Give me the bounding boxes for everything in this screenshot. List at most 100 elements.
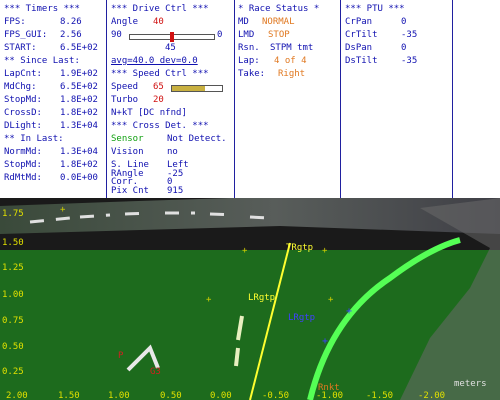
x-tick-label: -1.50 bbox=[366, 391, 393, 400]
in-last-label: StopMd: bbox=[4, 160, 42, 170]
angle-slider[interactable] bbox=[129, 32, 215, 42]
fps-row: FPS: 8.26 bbox=[4, 17, 105, 28]
in-last-header: ** In Last: bbox=[4, 134, 64, 144]
race-status-header: * Race Status * bbox=[238, 4, 320, 14]
y-tick-label: 0.25 bbox=[2, 367, 24, 377]
since-last-header: ** Since Last: bbox=[4, 56, 80, 66]
tick-mark: + bbox=[328, 295, 334, 305]
since-row: LapCnt: 1.9E+02 bbox=[4, 69, 105, 80]
x-tick-label: -1.00 bbox=[316, 391, 343, 400]
ptu-label: DsPan bbox=[345, 43, 373, 53]
vision-label: Vision bbox=[111, 147, 144, 157]
start-row: START: 6.5E+02 bbox=[4, 43, 105, 54]
angle-label: Angle bbox=[111, 17, 139, 27]
y-tick-label: 1.00 bbox=[2, 290, 24, 300]
since-row: StopMd: 1.8E+02 bbox=[4, 95, 105, 106]
angle-slider-row: 90 0 bbox=[111, 30, 233, 42]
marker-cross: + bbox=[346, 306, 352, 317]
ptu-label: DsTilt bbox=[345, 56, 378, 66]
ptu-value: 0 bbox=[401, 43, 407, 53]
pix-count-row: Pix Cnt 915 bbox=[111, 186, 233, 197]
fps-gui-value: 2.56 bbox=[60, 30, 82, 40]
since-label: DLight: bbox=[4, 121, 42, 131]
in-last-label: RdMtMd: bbox=[4, 173, 42, 183]
fps-gui-label: FPS_GUI: bbox=[4, 30, 48, 40]
take-label: Take: bbox=[238, 69, 266, 79]
cross-det-header: *** Cross Det. *** bbox=[111, 121, 209, 131]
in-last-row: StopMd: 1.8E+02 bbox=[4, 160, 105, 171]
l-rgtp-label: LRgtp bbox=[248, 293, 275, 303]
since-value: 1.8E+02 bbox=[60, 95, 98, 105]
ptu-header: *** PTU *** bbox=[345, 4, 405, 14]
ptu-row: CrTilt -35 bbox=[345, 30, 453, 41]
in-last-value: 0.0E+00 bbox=[60, 173, 98, 183]
angle-slider-thumb[interactable] bbox=[170, 32, 174, 42]
sensor-row: Sensor Not Detect. bbox=[111, 134, 233, 145]
sensor-value: Not Detect. bbox=[167, 134, 227, 144]
vision-row: Vision no bbox=[111, 147, 233, 158]
y-tick-label: 0.50 bbox=[2, 342, 24, 352]
x-tick-label: 1.00 bbox=[108, 391, 130, 400]
tr-gtp-label: TRgtp bbox=[286, 243, 313, 253]
lap-row: Lap: 4 of 4 bbox=[238, 56, 340, 67]
ptu-value: -35 bbox=[401, 30, 418, 40]
column-divider bbox=[340, 0, 341, 198]
rsn-label: Rsn. bbox=[238, 43, 260, 53]
since-value: 1.3E+04 bbox=[60, 121, 98, 131]
since-row: CrossD: 1.8E+02 bbox=[4, 108, 105, 119]
since-label: MdChg: bbox=[4, 82, 37, 92]
turbo-label: Turbo bbox=[111, 95, 139, 105]
angle-row: Angle 40 bbox=[111, 17, 233, 28]
lmd-value: STOP bbox=[268, 30, 290, 40]
in-last-label: NormMd: bbox=[4, 147, 42, 157]
turbo-row: Turbo 20 bbox=[111, 95, 233, 106]
speed-row: Speed 65 bbox=[111, 82, 233, 93]
ptu-panel: *** PTU *** CrPan 0 CrTilt -35 DsPan 0 D… bbox=[343, 0, 453, 198]
lap-label: Lap: bbox=[238, 56, 260, 66]
start-value: 6.5E+02 bbox=[60, 43, 98, 53]
y-tick-label: 1.25 bbox=[2, 263, 24, 273]
ptu-row: DsPan 0 bbox=[345, 43, 453, 54]
fps-gui-row: FPS_GUI: 2.56 bbox=[4, 30, 105, 41]
md-row: MD NORMAL bbox=[238, 17, 340, 28]
in-last-value: 1.8E+02 bbox=[60, 160, 98, 170]
timers-header: *** Timers *** bbox=[4, 4, 80, 14]
pix-count-label: Pix Cnt bbox=[111, 186, 149, 196]
ptu-value: -35 bbox=[401, 56, 418, 66]
tick-mark: + bbox=[322, 246, 328, 256]
ptu-row: DsTilt -35 bbox=[345, 56, 453, 67]
column-divider bbox=[234, 0, 235, 198]
rsn-value: STPM tmt bbox=[270, 43, 314, 53]
p-marker-label: P bbox=[118, 351, 124, 361]
md-value: NORMAL bbox=[262, 17, 295, 27]
x-tick-label: -0.50 bbox=[262, 391, 289, 400]
ptu-value: 0 bbox=[401, 17, 407, 27]
x-tick-label: 0.00 bbox=[210, 391, 232, 400]
since-value: 1.8E+02 bbox=[60, 108, 98, 118]
speed-ctrl-header: *** Speed Ctrl *** bbox=[111, 69, 209, 79]
md-label: MD bbox=[238, 17, 249, 27]
in-last-value: 1.3E+04 bbox=[60, 147, 98, 157]
avg-dev-readout: avg=40.0 dev=0.0 bbox=[111, 56, 198, 66]
since-value: 1.9E+02 bbox=[60, 69, 98, 79]
lap-value: 4 of 4 bbox=[274, 56, 307, 66]
take-value: Right bbox=[278, 69, 306, 79]
since-label: StopMd: bbox=[4, 95, 42, 105]
nkt-label: N+kT [DC nfnd] bbox=[111, 108, 187, 118]
turbo-value: 20 bbox=[153, 95, 164, 105]
in-last-row: NormMd: 1.3E+04 bbox=[4, 147, 105, 158]
since-row: MdChg: 6.5E+02 bbox=[4, 82, 105, 93]
ptu-label: CrTilt bbox=[345, 30, 378, 40]
x-tick-label: 0.50 bbox=[160, 391, 182, 400]
control-panel: *** Drive Ctrl *** Angle 40 90 0 45 avg=… bbox=[109, 0, 233, 198]
x-tick-label: -2.00 bbox=[418, 391, 445, 400]
tick-mark: + bbox=[60, 205, 66, 215]
ptu-label: CrPan bbox=[345, 17, 373, 27]
lmd-label: LMD bbox=[238, 30, 255, 40]
camera-overlay: + + + + + TRgtp LRgtp LRgtp + + Rnkt P G… bbox=[0, 198, 500, 400]
pix-count-value: 915 bbox=[167, 186, 184, 196]
lmd-row: LMD STOP bbox=[238, 30, 340, 41]
range-min-label: 90 bbox=[111, 30, 122, 40]
y-tick-label: 0.75 bbox=[2, 316, 24, 326]
tick-mark: + bbox=[242, 246, 248, 256]
